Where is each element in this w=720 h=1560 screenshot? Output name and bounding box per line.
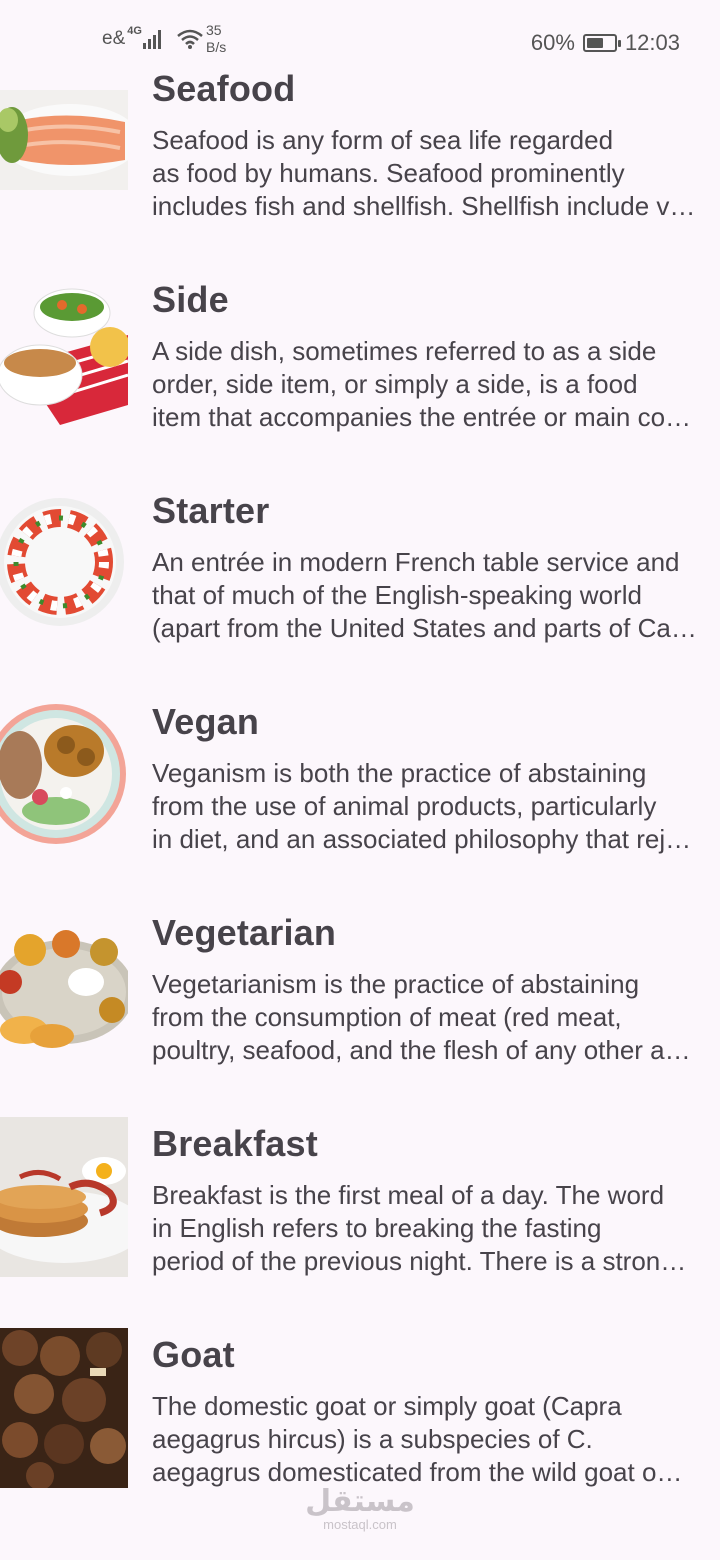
- list-item[interactable]: Breakfast Breakfast is the first meal of…: [0, 1117, 720, 1347]
- description-line: Seafood is any form of sea life regarded: [152, 125, 614, 155]
- list-item[interactable]: Vegan Veganism is both the practice of a…: [0, 693, 720, 925]
- description-line: poultry, seafood, and the flesh of any o…: [152, 1035, 691, 1065]
- item-title: Starter: [152, 490, 270, 531]
- signal-icon: [142, 30, 161, 49]
- description-line: period of the previous night. There is a…: [152, 1246, 687, 1276]
- description-line: in diet, and an associated philosophy th…: [152, 824, 692, 854]
- network-speed-value: 35: [206, 22, 222, 38]
- watermark: مستقل mostaql.com: [300, 1486, 420, 1532]
- item-description: The domestic goat or simply goat (Capra …: [152, 1390, 720, 1489]
- item-description: An entrée in modern French table service…: [152, 546, 720, 645]
- breakfast-image: [0, 1117, 128, 1277]
- status-left: e& 4G: [102, 25, 204, 50]
- item-title: Seafood: [152, 68, 296, 109]
- description-line: (apart from the United States and parts …: [152, 613, 697, 643]
- item-title: Goat: [152, 1334, 235, 1375]
- list-item[interactable]: Seafood Seafood is any form of sea life …: [0, 68, 720, 292]
- item-title: Vegan: [152, 701, 260, 742]
- item-description: A side dish, sometimes referred to as a …: [152, 335, 720, 434]
- battery-icon: [582, 34, 621, 52]
- vegan-image: [0, 693, 128, 855]
- description-line: A side dish, sometimes referred to as a …: [152, 336, 657, 366]
- description-line: order, side item, or simply a side, is a…: [152, 369, 638, 399]
- description-line: aegagrus hircus) is a subspecies of C.: [152, 1424, 593, 1454]
- item-title: Vegetarian: [152, 912, 337, 953]
- network-speed: 35 B/s: [206, 22, 226, 56]
- item-description: Seafood is any form of sea life regarded…: [152, 124, 720, 223]
- description-line: Breakfast is the first meal of a day. Th…: [152, 1180, 665, 1210]
- list-item[interactable]: Side A side dish, sometimes referred to …: [0, 275, 720, 503]
- list-item[interactable]: Vegetarian Vegetarianism is the practice…: [0, 910, 720, 1136]
- status-bar: e& 4G 35 B/s 60% 12:03: [0, 0, 720, 80]
- item-description: Veganism is both the practice of abstain…: [152, 757, 720, 856]
- side-dish-image: [0, 275, 128, 425]
- network-speed-unit: B/s: [206, 39, 227, 55]
- watermark-latin: mostaql.com: [323, 1517, 397, 1532]
- goat-image: [0, 1328, 128, 1488]
- list-item[interactable]: Starter An entrée in modern French table…: [0, 486, 720, 714]
- item-title: Breakfast: [152, 1123, 318, 1164]
- description-line: item that accompanies the entrée or main…: [152, 402, 692, 432]
- description-line: from the use of animal products, particu…: [152, 791, 657, 821]
- battery-level-fill: [586, 38, 603, 48]
- item-description: Breakfast is the first meal of a day. Th…: [152, 1179, 720, 1278]
- description-line: that of much of the English-speaking wor…: [152, 580, 642, 610]
- description-line: Vegetarianism is the practice of abstain…: [152, 969, 640, 999]
- starter-image: [0, 486, 128, 641]
- wifi-icon: [177, 29, 203, 49]
- description-line: An entrée in modern French table service…: [152, 547, 680, 577]
- description-line: as food by humans. Seafood prominently: [152, 158, 625, 188]
- description-line: in English refers to breaking the fastin…: [152, 1213, 602, 1243]
- description-line: The domestic goat or simply goat (Capra: [152, 1391, 622, 1421]
- description-line: includes fish and shellfish. Shellfish i…: [152, 191, 696, 221]
- clock: 12:03: [624, 30, 680, 55]
- vegetarian-image: [0, 910, 128, 1060]
- description-line: from the consumption of meat (red meat,: [152, 1002, 622, 1032]
- seafood-image: [0, 90, 128, 190]
- description-line: Veganism is both the practice of abstain…: [152, 758, 647, 788]
- description-line: aegagrus domesticated from the wild goat…: [152, 1457, 683, 1487]
- carrier-label: e&: [102, 28, 126, 49]
- item-title: Side: [152, 279, 229, 320]
- item-description: Vegetarianism is the practice of abstain…: [152, 968, 720, 1067]
- watermark-arabic: مستقل: [305, 1485, 415, 1518]
- status-right: 60% 12:03: [531, 30, 680, 56]
- battery-percent: 60%: [530, 30, 575, 55]
- network-type-label: 4G: [127, 25, 142, 37]
